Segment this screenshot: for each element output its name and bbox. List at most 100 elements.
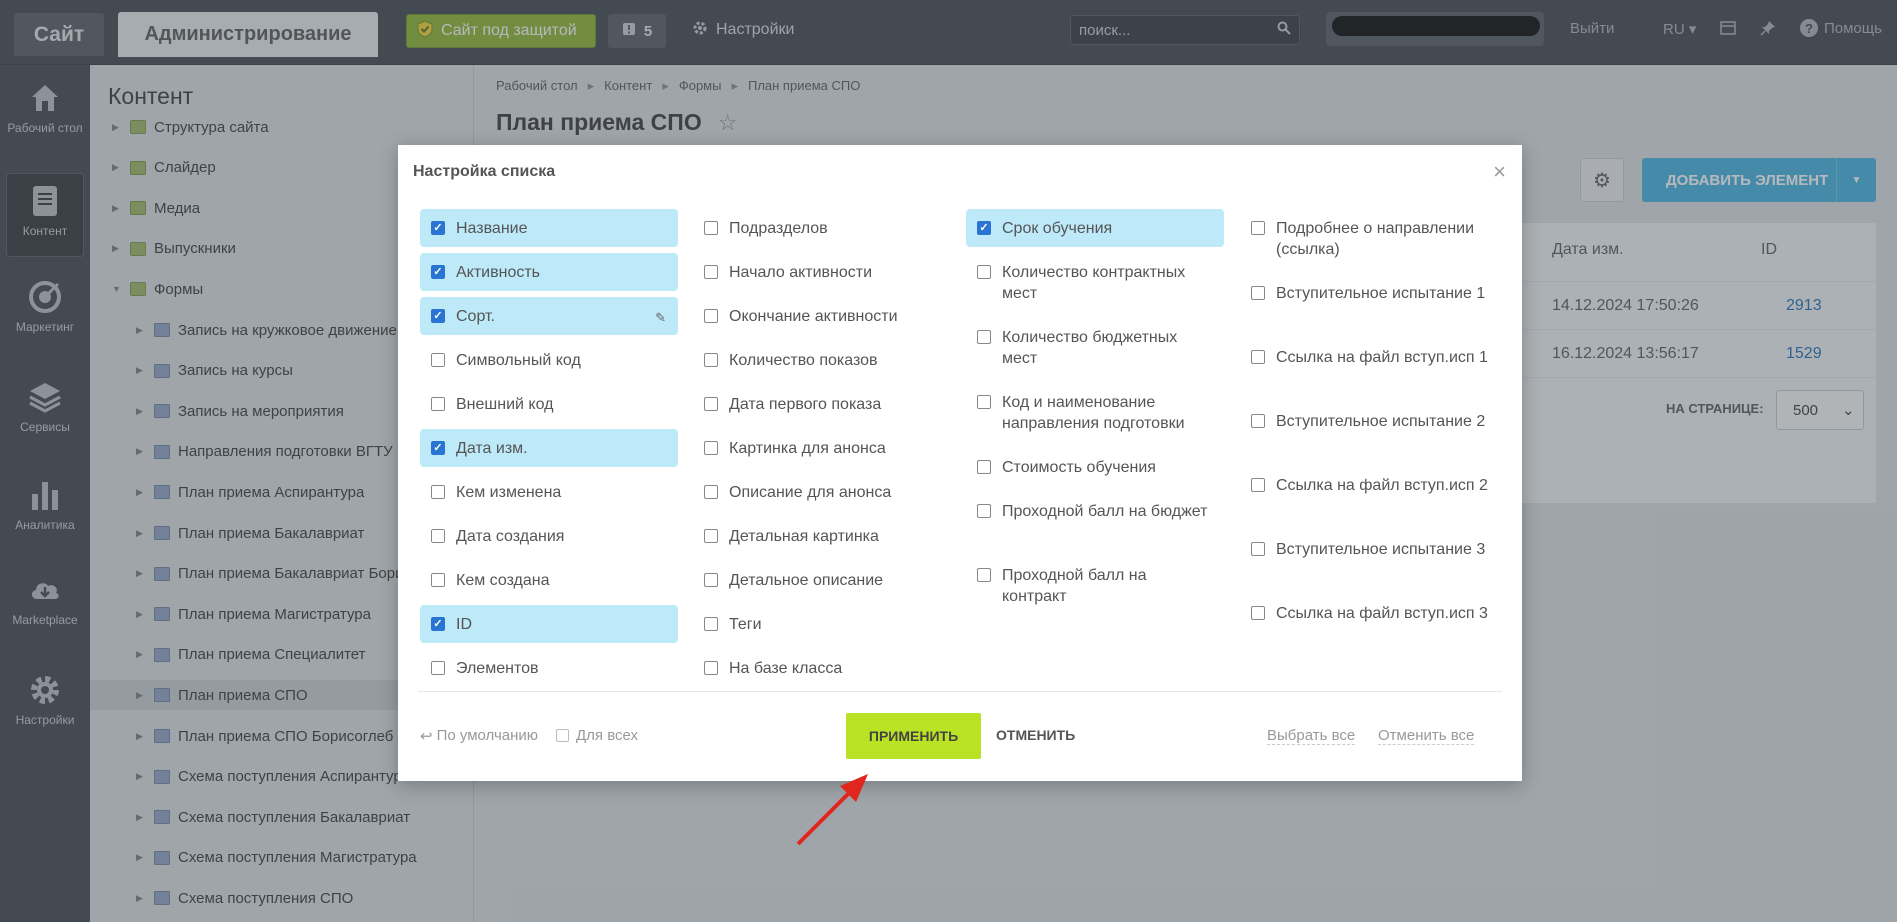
checkbox[interactable]: [556, 729, 569, 742]
field-option[interactable]: Ссылка на файл вступ.исп 2: [1240, 466, 1498, 524]
field-option[interactable]: Количество контрактных мест: [966, 253, 1224, 312]
field-option[interactable]: Картинка для анонса: [693, 429, 951, 467]
annotation-arrow-icon: [796, 774, 868, 846]
checkbox[interactable]: [431, 353, 445, 367]
checkbox[interactable]: [431, 529, 445, 543]
field-option-label: Детальное описание: [729, 572, 884, 589]
field-option[interactable]: Количество показов: [693, 341, 951, 379]
field-option-label: ID: [456, 616, 472, 633]
for-all-label: Для всех: [576, 727, 639, 744]
checkbox[interactable]: [1251, 286, 1265, 300]
field-option[interactable]: Детальная картинка: [693, 517, 951, 555]
checkbox[interactable]: [1251, 542, 1265, 556]
checkbox[interactable]: [1251, 606, 1265, 620]
field-option-label: Количество контрактных мест: [1002, 264, 1186, 302]
field-option[interactable]: ✓ Название: [420, 209, 678, 247]
checkbox[interactable]: [704, 265, 718, 279]
field-option-label: Количество показов: [729, 352, 878, 369]
checkbox[interactable]: [704, 309, 718, 323]
checkbox[interactable]: [977, 460, 991, 474]
field-option[interactable]: ✓ Срок обучения: [966, 209, 1224, 247]
field-option-label: Активность: [456, 264, 541, 281]
field-option[interactable]: Проходной балл на бюджет: [966, 492, 1224, 550]
pencil-icon[interactable]: ✎: [655, 307, 666, 328]
checkbox[interactable]: ✓: [431, 309, 445, 323]
checkbox[interactable]: ✓: [431, 617, 445, 631]
field-option-label: Внешний код: [456, 396, 554, 413]
field-option-label: Картинка для анонса: [729, 440, 886, 457]
checkbox[interactable]: [431, 485, 445, 499]
checkbox[interactable]: ✓: [431, 441, 445, 455]
field-option[interactable]: ✓ Сорт. ✎: [420, 297, 678, 335]
checkbox[interactable]: [977, 330, 991, 344]
field-option[interactable]: Проходной балл на контракт: [966, 556, 1224, 615]
checkbox[interactable]: ✓: [431, 221, 445, 235]
checkbox[interactable]: [977, 568, 991, 582]
checkbox[interactable]: [1251, 350, 1265, 364]
checkbox[interactable]: [1251, 414, 1265, 428]
field-option-label: Описание для анонса: [729, 484, 892, 501]
field-option[interactable]: ✓ Дата изм.: [420, 429, 678, 467]
checkbox[interactable]: [431, 397, 445, 411]
field-option[interactable]: ✓ Активность: [420, 253, 678, 291]
checkbox[interactable]: [704, 441, 718, 455]
field-option[interactable]: Внешний код: [420, 385, 678, 423]
checkbox[interactable]: [977, 504, 991, 518]
field-option-label: Элементов: [456, 660, 539, 677]
field-option[interactable]: Элементов: [420, 649, 678, 687]
field-option-label: Символьный код: [456, 352, 581, 369]
checkbox[interactable]: ✓: [977, 221, 991, 235]
list-settings-dialog: Настройка списка × ✓ Название ✓ Активность ✓…: [398, 145, 1522, 781]
field-option[interactable]: Ссылка на файл вступ.исп 3: [1240, 594, 1498, 652]
checkbox[interactable]: [431, 573, 445, 587]
checkbox[interactable]: ✓: [431, 265, 445, 279]
field-option[interactable]: Начало активности: [693, 253, 951, 291]
reset-default-link[interactable]: ↩ По умолчанию: [420, 727, 538, 745]
field-option[interactable]: На базе класса: [693, 649, 951, 687]
select-all-link[interactable]: Выбрать все: [1267, 727, 1356, 745]
field-option-label: Ссылка на файл вступ.исп 3: [1276, 605, 1488, 622]
field-option[interactable]: Дата создания: [420, 517, 678, 555]
field-option[interactable]: Подробнее о направлении (ссылка): [1240, 209, 1498, 268]
field-option[interactable]: Вступительное испытание 1: [1240, 274, 1498, 332]
field-option[interactable]: Дата первого показа: [693, 385, 951, 423]
field-option[interactable]: Кем создана: [420, 561, 678, 599]
checkbox[interactable]: [977, 265, 991, 279]
field-option[interactable]: Детальное описание: [693, 561, 951, 599]
unselect-all-link[interactable]: Отменить все: [1378, 727, 1475, 745]
checkbox[interactable]: [704, 221, 718, 235]
checkbox[interactable]: [977, 395, 991, 409]
checkbox[interactable]: [704, 529, 718, 543]
field-option[interactable]: ✓ ID: [420, 605, 678, 643]
field-option[interactable]: Подразделов: [693, 209, 951, 247]
field-option[interactable]: Стоимость обучения: [966, 448, 1224, 486]
field-option[interactable]: Код и наименование направления подготовк…: [966, 383, 1224, 442]
field-option-label: Стоимость обучения: [1002, 459, 1156, 476]
fields-column-3: ✓ Срок обучения Количество контрактных мес…: [966, 209, 1224, 621]
checkbox[interactable]: [704, 573, 718, 587]
field-option-label: Код и наименование направления подготовк…: [1002, 394, 1185, 432]
divider: [418, 691, 1502, 692]
checkbox[interactable]: [704, 353, 718, 367]
field-option[interactable]: Кем изменена: [420, 473, 678, 511]
field-option[interactable]: Ссылка на файл вступ.исп 1: [1240, 338, 1498, 396]
field-option-label: Ссылка на файл вступ.исп 1: [1276, 349, 1488, 366]
checkbox[interactable]: [704, 661, 718, 675]
field-option[interactable]: Теги: [693, 605, 951, 643]
checkbox[interactable]: [431, 661, 445, 675]
checkbox[interactable]: [704, 485, 718, 499]
field-option[interactable]: Вступительное испытание 3: [1240, 530, 1498, 588]
checkbox[interactable]: [704, 617, 718, 631]
field-option[interactable]: Количество бюджетных мест: [966, 318, 1224, 377]
checkbox[interactable]: [1251, 478, 1265, 492]
field-option[interactable]: Окончание активности: [693, 297, 951, 335]
close-icon[interactable]: ×: [1493, 159, 1506, 185]
apply-button[interactable]: ПРИМЕНИТЬ: [846, 713, 981, 759]
field-option[interactable]: Символьный код: [420, 341, 678, 379]
field-option[interactable]: Описание для анонса: [693, 473, 951, 511]
for-all-checkbox[interactable]: Для всех: [556, 727, 638, 744]
checkbox[interactable]: [1251, 221, 1265, 235]
field-option[interactable]: Вступительное испытание 2: [1240, 402, 1498, 460]
cancel-button[interactable]: ОТМЕНИТЬ: [996, 727, 1075, 743]
checkbox[interactable]: [704, 397, 718, 411]
